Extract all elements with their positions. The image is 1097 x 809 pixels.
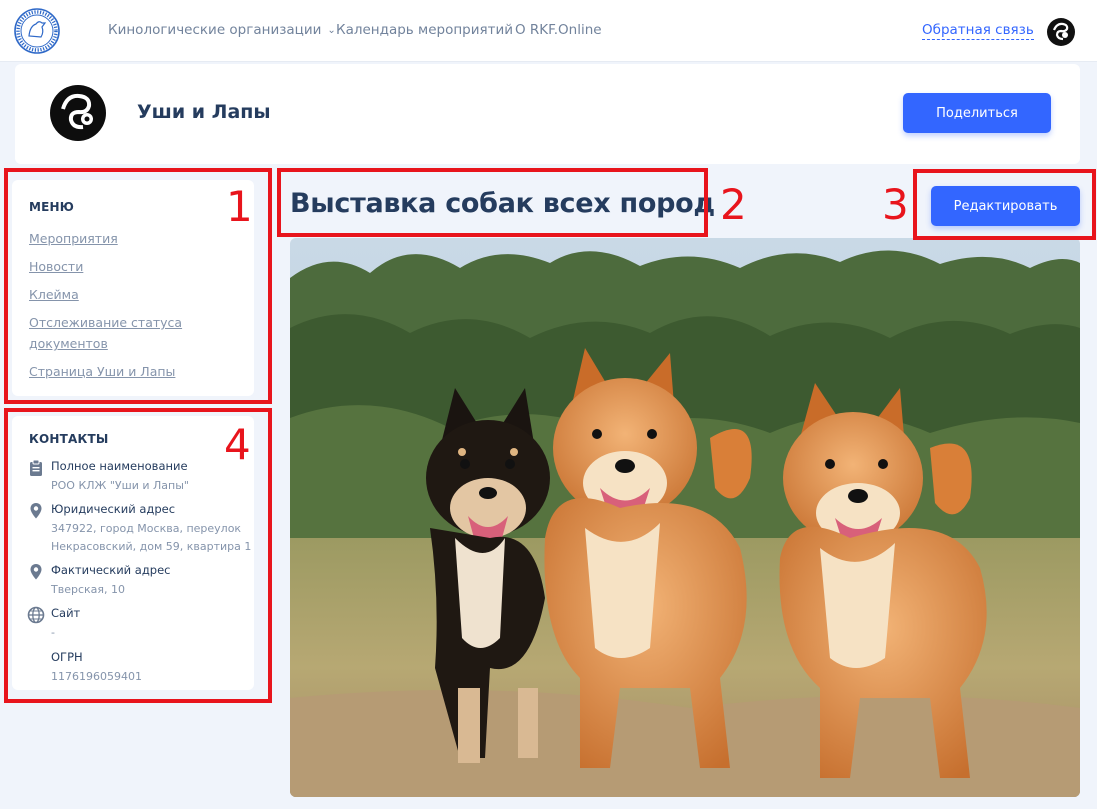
nav-about[interactable]: О RKF.Online bbox=[515, 22, 602, 38]
annotation-number-1: 1 bbox=[226, 182, 253, 231]
share-button[interactable]: Поделиться bbox=[903, 93, 1051, 133]
top-navbar: Кинологические организации ⌄ Календарь ме… bbox=[0, 0, 1097, 62]
annotation-number-2: 2 bbox=[720, 180, 747, 229]
feedback-link[interactable]: Обратная связь bbox=[922, 22, 1034, 40]
nav-kennel-orgs-label: Кинологические организации bbox=[108, 22, 322, 38]
rkf-logo[interactable] bbox=[12, 6, 62, 56]
nav-kennel-orgs[interactable]: Кинологические организации ⌄ bbox=[108, 22, 336, 38]
annotation-box-2 bbox=[277, 168, 708, 237]
profile-header-card: Уши и Лапы Поделиться bbox=[15, 64, 1080, 164]
nav-events-calendar[interactable]: Календарь мероприятий bbox=[336, 22, 513, 38]
annotation-box-3 bbox=[913, 169, 1096, 240]
event-photo bbox=[290, 238, 1080, 797]
user-avatar[interactable] bbox=[1046, 17, 1076, 47]
club-avatar bbox=[50, 85, 106, 141]
chevron-down-icon: ⌄ bbox=[327, 25, 336, 36]
annotation-number-3: 3 bbox=[882, 180, 909, 229]
annotation-number-4: 4 bbox=[224, 420, 251, 469]
club-name: Уши и Лапы bbox=[137, 101, 271, 123]
